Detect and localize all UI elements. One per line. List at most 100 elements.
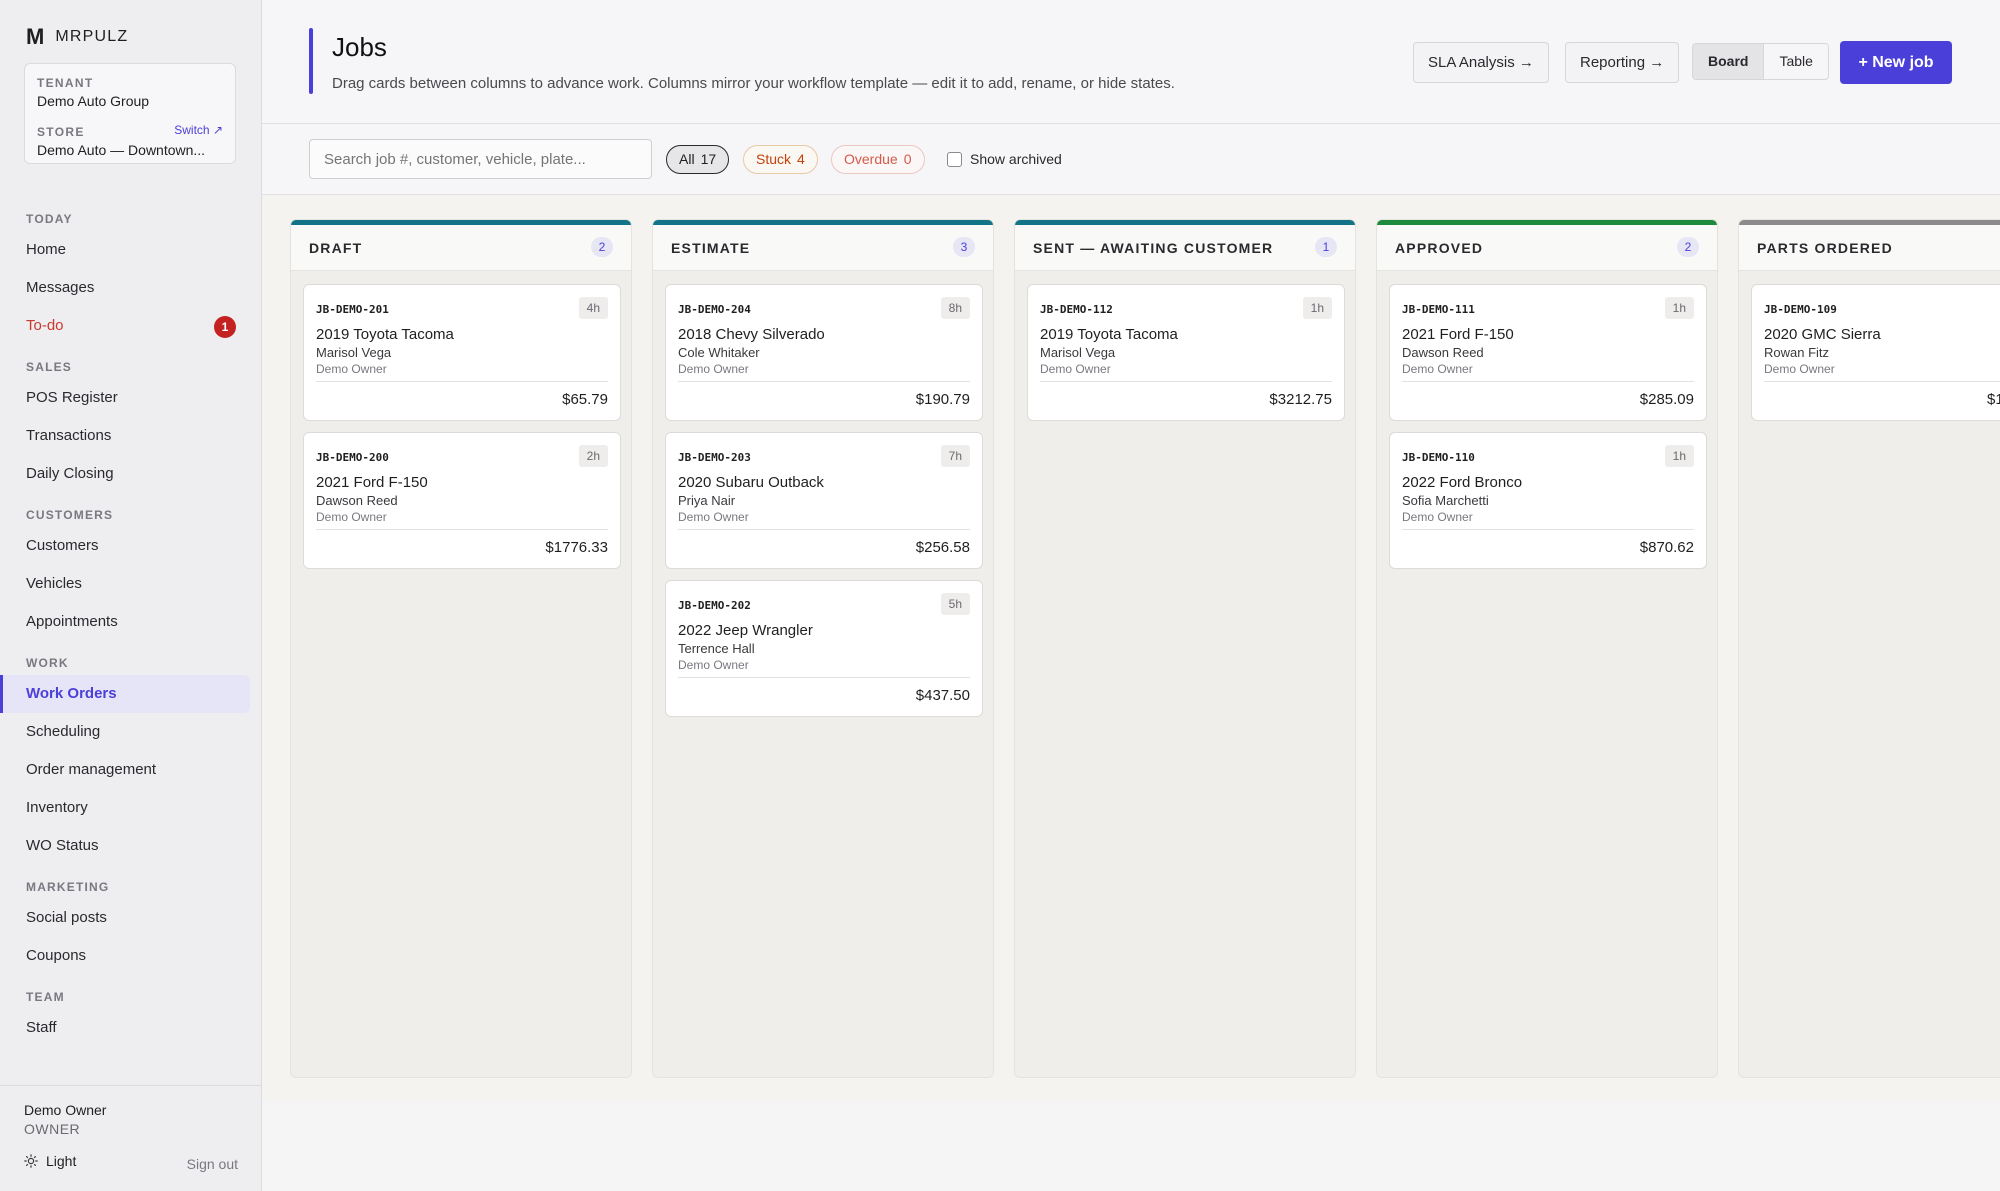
sidebar-nav: TODAY Home Messages To-do 1 SALES POS Re…	[0, 195, 261, 1047]
show-archived-toggle[interactable]: Show archived	[947, 151, 1062, 167]
sidebar-item-customers[interactable]: Customers	[0, 527, 250, 565]
sun-icon	[24, 1154, 38, 1168]
sidebar-item-work-orders[interactable]: Work Orders	[0, 675, 250, 713]
job-owner: Demo Owner	[678, 362, 749, 376]
job-id: JB-DEMO-112	[1040, 303, 1113, 316]
context-switcher: TENANT Demo Auto Group STORE Switch ↗ De…	[24, 63, 236, 164]
view-board-button[interactable]: Board	[1693, 44, 1765, 79]
job-card[interactable]: JB-DEMO-202 5h 2022 Jeep Wrangler Terren…	[665, 580, 983, 717]
filter-bar: All 17 Stuck 4 Overdue 0 Show archived	[262, 124, 2000, 195]
job-vehicle: 2019 Toyota Tacoma	[1040, 326, 1178, 343]
job-owner: Demo Owner	[316, 362, 387, 376]
job-vehicle: 2020 Subaru Outback	[678, 474, 824, 491]
job-owner: Demo Owner	[316, 510, 387, 524]
store-switch-link[interactable]: Switch ↗	[174, 123, 223, 137]
reporting-button[interactable]: Reporting →	[1565, 42, 1680, 83]
filter-overdue-pill[interactable]: Overdue 0	[831, 145, 925, 174]
sidebar-item-todo[interactable]: To-do 1	[0, 307, 250, 345]
user-name: Demo Owner	[24, 1102, 107, 1118]
show-archived-label: Show archived	[970, 151, 1062, 167]
card-divider	[678, 381, 970, 382]
job-customer: Priya Nair	[678, 493, 736, 508]
sidebar-item-staff[interactable]: Staff	[0, 1009, 250, 1047]
job-card[interactable]: JB-DEMO-201 4h 2019 Toyota Tacoma Mariso…	[303, 284, 621, 421]
nav-section-work: WORK	[26, 656, 69, 670]
job-amount: $65.79	[562, 391, 608, 408]
filter-stuck-count: 4	[797, 151, 805, 167]
job-age-badge: 7h	[940, 445, 970, 467]
sidebar-item-order-management[interactable]: Order management	[0, 751, 250, 789]
job-vehicle: 2018 Chevy Silverado	[678, 326, 825, 343]
sidebar-item-appointments[interactable]: Appointments	[0, 603, 250, 641]
column-header: SENT — AWAITING CUSTOMER 1	[1015, 220, 1355, 271]
card-divider	[678, 529, 970, 530]
filter-all-count: 17	[700, 151, 717, 167]
column-color-bar	[1377, 220, 1717, 225]
sidebar-item-scheduling[interactable]: Scheduling	[0, 713, 250, 751]
view-toggle: Board Table	[1692, 43, 1829, 80]
filter-stuck-pill[interactable]: Stuck 4	[743, 145, 818, 174]
column-header: APPROVED 2	[1377, 220, 1717, 271]
sidebar-item-home[interactable]: Home	[0, 231, 250, 269]
job-card[interactable]: JB-DEMO-204 8h 2018 Chevy Silverado Cole…	[665, 284, 983, 421]
sidebar-item-social-posts[interactable]: Social posts	[0, 899, 250, 937]
column-count-badge: 2	[1677, 237, 1699, 257]
sidebar-item-coupons[interactable]: Coupons	[0, 937, 250, 975]
column-title: APPROVED	[1395, 240, 1484, 256]
sidebar-item-inventory[interactable]: Inventory	[0, 789, 250, 827]
theme-toggle[interactable]: Light	[24, 1153, 76, 1169]
view-table-button[interactable]: Table	[1764, 44, 1827, 79]
job-card[interactable]: JB-DEMO-112 1h 2019 Toyota Tacoma Mariso…	[1027, 284, 1345, 421]
job-age-badge: 4h	[578, 297, 608, 319]
show-archived-checkbox[interactable]	[947, 151, 962, 167]
card-divider	[1402, 381, 1694, 382]
job-vehicle: 2019 Toyota Tacoma	[316, 326, 454, 343]
job-id: JB-DEMO-109	[1764, 303, 1837, 316]
job-amount: $1	[1987, 391, 2000, 408]
column-parts-ordered: PARTS ORDERED JB-DEMO-109 2020 GMC Sierr…	[1738, 219, 2000, 1078]
job-vehicle: 2022 Jeep Wrangler	[678, 622, 813, 639]
sign-out-button[interactable]: Sign out	[187, 1156, 238, 1172]
job-owner: Demo Owner	[1040, 362, 1111, 376]
sidebar-item-vehicles[interactable]: Vehicles	[0, 565, 250, 603]
brand[interactable]: M MRPULZ	[26, 24, 128, 50]
sla-analysis-button[interactable]: SLA Analysis →	[1413, 42, 1549, 83]
job-id: JB-DEMO-200	[316, 451, 389, 464]
nav-section-sales: SALES	[26, 360, 73, 374]
job-id: JB-DEMO-110	[1402, 451, 1475, 464]
sidebar-item-pos-register[interactable]: POS Register	[0, 379, 250, 417]
brand-logo-icon: M	[26, 24, 44, 49]
board-footer	[262, 1101, 2000, 1191]
search-input[interactable]	[309, 139, 652, 179]
job-vehicle: 2021 Ford F-150	[1402, 326, 1514, 343]
job-amount: $285.09	[1639, 391, 1694, 408]
tenant-label: TENANT	[37, 76, 94, 90]
card-divider	[316, 381, 608, 382]
store-label: STORE	[37, 125, 85, 139]
job-age-badge: 1h	[1302, 297, 1332, 319]
sidebar-item-transactions[interactable]: Transactions	[0, 417, 250, 455]
kanban-board: DRAFT 2 JB-DEMO-201 4h 2019 Toyota Tacom…	[262, 195, 2000, 1101]
card-divider	[316, 529, 608, 530]
column-title: ESTIMATE	[671, 240, 751, 256]
job-card[interactable]: JB-DEMO-200 2h 2021 Ford F-150 Dawson Re…	[303, 432, 621, 569]
nav-section-team: TEAM	[26, 990, 65, 1004]
new-job-button[interactable]: + New job	[1840, 41, 1952, 84]
job-card[interactable]: JB-DEMO-203 7h 2020 Subaru Outback Priya…	[665, 432, 983, 569]
page-header: Jobs Drag cards between columns to advan…	[262, 0, 2000, 124]
job-owner: Demo Owner	[1402, 362, 1473, 376]
brand-name: MRPULZ	[55, 28, 129, 45]
sidebar-item-daily-closing[interactable]: Daily Closing	[0, 455, 250, 493]
column-count-badge: 3	[953, 237, 975, 257]
sidebar-item-wo-status[interactable]: WO Status	[0, 827, 250, 865]
job-card[interactable]: JB-DEMO-110 1h 2022 Ford Bronco Sofia Ma…	[1389, 432, 1707, 569]
sidebar-item-messages[interactable]: Messages	[0, 269, 250, 307]
job-card[interactable]: JB-DEMO-109 2020 GMC Sierra Rowan Fitz D…	[1751, 284, 2000, 421]
column-approved: APPROVED 2 JB-DEMO-111 1h 2021 Ford F-15…	[1376, 219, 1718, 1078]
filter-all-pill[interactable]: All 17	[666, 145, 730, 174]
column-color-bar	[1015, 220, 1355, 225]
card-divider	[1402, 529, 1694, 530]
job-card[interactable]: JB-DEMO-111 1h 2021 Ford F-150 Dawson Re…	[1389, 284, 1707, 421]
job-customer: Dawson Reed	[1402, 345, 1484, 360]
job-owner: Demo Owner	[678, 658, 749, 672]
